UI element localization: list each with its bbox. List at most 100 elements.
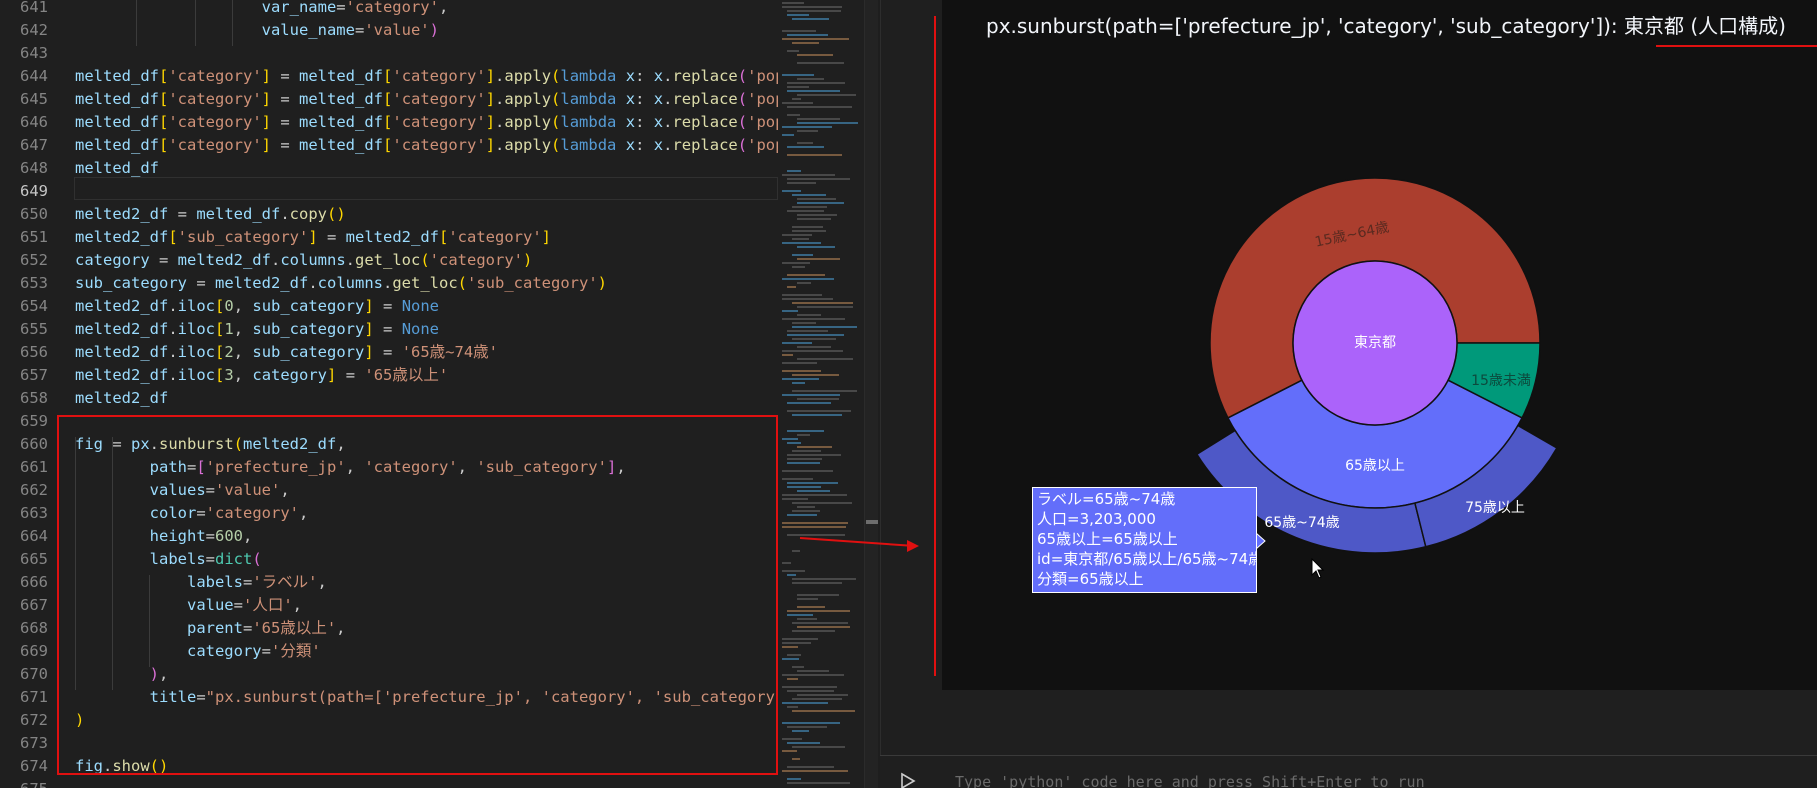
line-number: 667	[20, 596, 48, 614]
minimap-line	[797, 246, 835, 248]
hover-line: id=東京都/65歳以上/65歳~74歳	[1037, 550, 1257, 568]
code-line[interactable]: melted2_df.iloc[1, sub_category] = None	[75, 318, 439, 341]
minimap-line	[792, 338, 836, 340]
line-number: 647	[20, 136, 48, 154]
code-line[interactable]: category = melted2_df.columns.get_loc('c…	[75, 249, 532, 272]
red-annotation-line	[934, 16, 936, 676]
code-line[interactable]: melted2_df.iloc[2, sub_category] = '65歳~…	[75, 341, 498, 364]
minimap-line	[792, 502, 852, 504]
line-number: 660	[20, 435, 48, 453]
minimap-line	[782, 642, 811, 644]
minimap-line	[792, 42, 819, 44]
minimap-line	[787, 726, 827, 728]
minimap-line	[797, 434, 810, 436]
minimap-line	[797, 202, 844, 204]
minimap[interactable]	[778, 0, 864, 788]
minimap-line	[787, 706, 798, 708]
run-icon[interactable]	[900, 772, 916, 788]
minimap-line	[787, 182, 816, 184]
minimap-line	[787, 574, 796, 576]
code-line[interactable]: melted_df['category'] = melted_df['categ…	[75, 111, 778, 134]
line-number: 665	[20, 550, 48, 568]
code-editor[interactable]: 641 var_name='category', 642 value_name=…	[0, 0, 778, 788]
minimap-line	[792, 374, 839, 376]
minimap-line	[787, 614, 813, 616]
minimap-line	[787, 170, 801, 172]
code-line[interactable]: melted_df['category'] = melted_df['categ…	[75, 88, 778, 111]
line-number: 655	[20, 320, 48, 338]
minimap-line	[787, 286, 796, 288]
minimap-line	[797, 218, 831, 220]
minimap-line	[782, 350, 843, 352]
minimap-line	[787, 330, 828, 332]
input-placeholder[interactable]: Type 'python' code here and press Shift+…	[955, 773, 1425, 788]
code-line[interactable]: melted_df['category'] = melted_df['categ…	[75, 65, 778, 88]
minimap-line	[787, 10, 841, 12]
line-number: 664	[20, 527, 48, 545]
sunburst-label: 65歳以上	[1345, 458, 1405, 474]
code-line[interactable]: value_name='value')	[75, 19, 439, 42]
line-number: 675	[0, 778, 48, 788]
line-number: 674	[20, 757, 48, 775]
minimap-line	[797, 118, 840, 120]
minimap-line	[787, 274, 825, 276]
minimap-line	[782, 102, 813, 104]
hover-line: 人口=3,203,000	[1037, 510, 1156, 528]
highlight-box	[57, 415, 778, 775]
code-line[interactable]: melted_df['category'] = melted_df['categ…	[75, 134, 778, 157]
line-number: 644	[20, 67, 48, 85]
minimap-line	[792, 254, 813, 256]
minimap-line	[782, 750, 797, 752]
minimap-line	[782, 310, 798, 312]
minimap-line	[792, 414, 842, 416]
code-line[interactable]: var_name='category',	[75, 0, 449, 19]
line-number: 643	[20, 44, 48, 62]
hover-line: 分類=65歳以上	[1037, 570, 1144, 588]
minimap-line	[782, 362, 817, 364]
minimap-line	[787, 486, 821, 488]
line-number: 645	[20, 90, 48, 108]
minimap-line	[797, 258, 840, 260]
code-line[interactable]: melted2_df['sub_category'] = melted2_df[…	[75, 226, 551, 249]
code-line[interactable]: melted2_df.iloc[0, sub_category] = None	[75, 295, 439, 318]
minimap-line	[782, 498, 808, 500]
minimap-line	[782, 638, 818, 640]
code-line[interactable]: sub_category = melted2_df.columns.get_lo…	[75, 272, 607, 295]
minimap-line	[782, 174, 835, 176]
code-line[interactable]: melted2_df.iloc[3, category] = '65歳以上'	[75, 364, 448, 387]
minimap-line	[782, 478, 813, 480]
minimap-line	[792, 18, 829, 20]
minimap-line	[782, 686, 837, 688]
line-number: 670	[20, 665, 48, 683]
minimap-line	[797, 306, 853, 308]
line-number: 658	[20, 389, 48, 407]
minimap-line	[792, 322, 816, 324]
minimap-line	[792, 578, 856, 580]
line-number: 648	[20, 159, 48, 177]
minimap-line	[782, 242, 821, 244]
minimap-line	[797, 314, 821, 316]
minimap-line	[787, 50, 799, 52]
line-number: 650	[20, 205, 48, 223]
minimap-line	[787, 82, 845, 84]
scrollbar-thumb[interactable]	[866, 520, 878, 524]
minimap-line	[782, 190, 801, 192]
minimap-line	[792, 238, 809, 240]
minimap-line	[782, 2, 804, 4]
minimap-line	[787, 678, 798, 680]
minimap-line	[797, 78, 824, 80]
minimap-line	[792, 730, 809, 732]
minimap-line	[797, 54, 833, 56]
minimap-line	[792, 630, 835, 632]
hover-line: 65歳以上=65歳以上	[1037, 530, 1178, 548]
title-underline-annotation	[1656, 45, 1817, 47]
minimap-line	[782, 134, 794, 136]
line-number: 672	[20, 711, 48, 729]
code-line[interactable]: melted2_df = melted_df.copy()	[75, 203, 346, 226]
minimap-line	[797, 594, 839, 596]
code-line[interactable]: melted_df	[75, 157, 159, 180]
code-line[interactable]: melted2_df	[75, 387, 168, 410]
line-number: 652	[20, 251, 48, 269]
scrollbar[interactable]	[864, 0, 878, 788]
minimap-line	[792, 326, 857, 328]
